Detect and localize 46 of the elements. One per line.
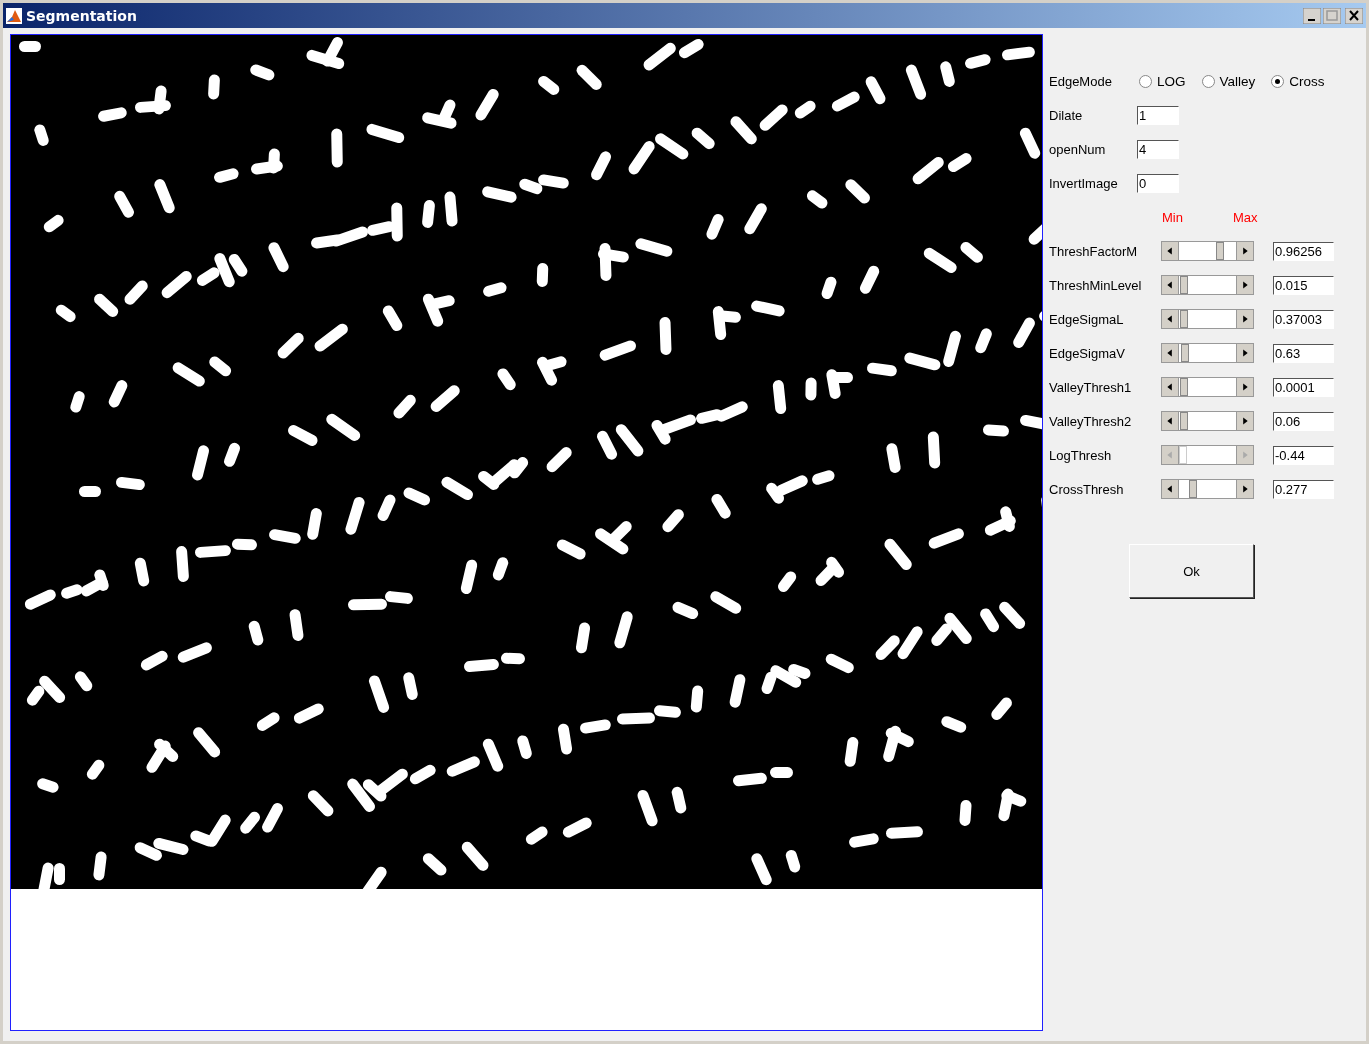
slider-thumb[interactable] (1180, 412, 1189, 430)
input-field[interactable]: 0.015 (1273, 275, 1334, 295)
slider[interactable] (1161, 411, 1254, 431)
input-field[interactable]: 0.06 (1273, 411, 1334, 431)
close-icon[interactable] (1345, 7, 1363, 24)
input-field[interactable]: 0.0001 (1273, 377, 1334, 397)
slider-label: EdgeSigmaV (1049, 345, 1126, 361)
input-field[interactable]: 0.37003 (1273, 309, 1334, 329)
input-field[interactable]: 0.96256 (1273, 241, 1334, 261)
slider-label: EdgeSigmaL (1049, 311, 1125, 327)
input-field[interactable]: 0.63 (1273, 343, 1334, 363)
slider-thumb[interactable] (1215, 242, 1224, 260)
slider-label: LogThresh (1049, 447, 1113, 463)
input-field[interactable]: 0.277 (1273, 479, 1334, 499)
slider-label: CrossThresh (1049, 481, 1125, 497)
max-label: Max (1232, 209, 1258, 225)
min-label: Min (1162, 209, 1183, 225)
slider-thumb[interactable] (1180, 276, 1189, 294)
ok-button[interactable]: Ok (1129, 544, 1254, 598)
peak-logo-icon (6, 7, 22, 24)
slider[interactable] (1161, 275, 1254, 295)
field-label: Dilate (1049, 107, 1084, 123)
slider-label: ThreshMinLevel (1049, 277, 1143, 293)
slider[interactable] (1161, 479, 1254, 499)
slider[interactable] (1161, 377, 1254, 397)
slider-thumb[interactable] (1180, 310, 1189, 328)
window-title: Segmentation (26, 7, 137, 24)
slider[interactable] (1161, 241, 1254, 261)
slider[interactable] (1161, 309, 1254, 329)
field-label: EdgeMode (1049, 73, 1113, 89)
slider[interactable] (1161, 343, 1254, 363)
input-field[interactable]: 0 (1137, 173, 1179, 193)
slider-thumb[interactable] (1188, 480, 1197, 498)
radio-option[interactable]: LOG (1139, 73, 1186, 89)
slider-thumb[interactable] (1180, 378, 1189, 396)
input-field[interactable]: 1 (1137, 105, 1179, 125)
slider-thumb[interactable] (1181, 344, 1190, 362)
slider-label: ValleyThresh1 (1049, 379, 1133, 395)
slider-label: ValleyThresh2 (1049, 413, 1133, 429)
slider-label: ThreshFactorM (1049, 243, 1139, 259)
field-label: openNum (1049, 141, 1107, 157)
input-field[interactable]: 4 (1137, 139, 1179, 159)
radio-option[interactable]: Cross (1271, 73, 1325, 89)
field-label: InvertImage (1049, 175, 1119, 191)
minimize-icon[interactable] (1303, 7, 1321, 24)
radio-option[interactable]: Valley (1201, 73, 1256, 89)
